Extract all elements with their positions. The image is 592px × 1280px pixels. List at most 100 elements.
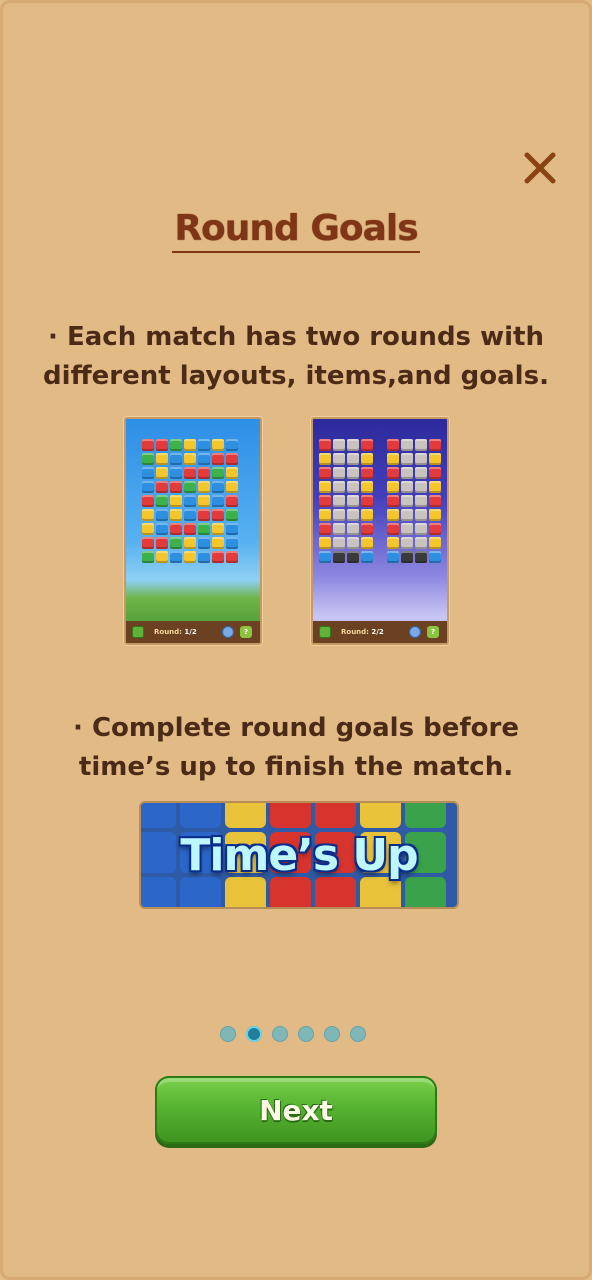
block-tile [270, 877, 311, 907]
cube-tile [212, 551, 224, 563]
cube-tile [401, 453, 413, 465]
cube-tile [156, 537, 168, 549]
cube-tile [415, 467, 427, 479]
cube-tile [198, 481, 210, 493]
cube-tile [347, 523, 359, 535]
cube-tile [156, 439, 168, 451]
cube-tile [319, 495, 331, 507]
cube-tile [184, 453, 196, 465]
cube-tile [142, 495, 154, 507]
cube-tile [170, 509, 182, 521]
cube-tile [361, 481, 373, 493]
cube-tile [387, 453, 399, 465]
cube-tile [361, 509, 373, 521]
cube-tile [415, 537, 427, 549]
cube-tile [333, 467, 345, 479]
cube-tile [156, 551, 168, 563]
cube-tile [387, 509, 399, 521]
cube-tile [333, 481, 345, 493]
cube-tile [333, 495, 345, 507]
cube-tile [156, 453, 168, 465]
round-1-board [142, 439, 238, 563]
cube-tile [170, 551, 182, 563]
cube-tile [212, 509, 224, 521]
cube-tile [401, 509, 413, 521]
times-up-banner: Time’s Up [139, 801, 459, 909]
page-dot[interactable] [246, 1026, 262, 1042]
block-tile [315, 877, 356, 907]
cube-tile [415, 439, 427, 451]
cube-tile [347, 551, 359, 563]
round-2-board-left [319, 439, 375, 563]
cube-tile [333, 523, 345, 535]
cube-tile [226, 509, 238, 521]
cube-tile [226, 551, 238, 563]
cube-tile [198, 523, 210, 535]
round-2-bar: Round: 2/2 ? [313, 621, 447, 643]
cube-tile [184, 523, 196, 535]
page-dot[interactable] [324, 1026, 340, 1042]
cube-tile [198, 467, 210, 479]
cube-tile [387, 537, 399, 549]
cube-tile [319, 523, 331, 535]
booster-icon [222, 626, 234, 638]
cube-tile [429, 495, 441, 507]
cube-tile [198, 509, 210, 521]
block-tile [315, 803, 356, 828]
help-icon: ? [240, 626, 252, 638]
cube-tile [361, 537, 373, 549]
round-2-label: Round: 2/2 [341, 628, 384, 636]
cube-tile [387, 439, 399, 451]
close-button[interactable] [516, 144, 564, 192]
cube-tile [429, 551, 441, 563]
cube-tile [170, 453, 182, 465]
cube-tile [401, 439, 413, 451]
cube-tile [226, 467, 238, 479]
description-goals: · Complete round goals before time’s up … [73, 713, 519, 782]
cube-tile [142, 523, 154, 535]
cube-tile [347, 509, 359, 521]
dialog-title: Round Goals [0, 208, 592, 253]
cube-tile [170, 481, 182, 493]
cube-tile [415, 523, 427, 535]
page-dot[interactable] [298, 1026, 314, 1042]
cube-tile [142, 439, 154, 451]
cube-tile [198, 551, 210, 563]
block-tile [405, 877, 446, 907]
cube-tile [333, 439, 345, 451]
cube-tile [198, 439, 210, 451]
cube-tile [429, 537, 441, 549]
cube-tile [170, 523, 182, 535]
cube-tile [319, 537, 331, 549]
cube-tile [347, 439, 359, 451]
cube-tile [415, 551, 427, 563]
cube-tile [184, 537, 196, 549]
cube-tile [347, 467, 359, 479]
cube-tile [226, 481, 238, 493]
page-dot[interactable] [220, 1026, 236, 1042]
cube-tile [226, 537, 238, 549]
round-2-screenshot: Round: 2/2 ? [311, 417, 449, 645]
cube-tile [429, 481, 441, 493]
next-button[interactable]: Next [155, 1076, 437, 1144]
cube-tile [156, 509, 168, 521]
cube-tile [333, 453, 345, 465]
cube-tile [212, 481, 224, 493]
tutorial-panel: Round Goals · Each match has two rounds … [0, 0, 592, 1280]
page-dot[interactable] [350, 1026, 366, 1042]
cube-tile [142, 453, 154, 465]
dialog-title-text: Round Goals [172, 208, 420, 253]
cube-tile [429, 523, 441, 535]
cube-tile [184, 439, 196, 451]
cube-tile [361, 467, 373, 479]
cube-tile [226, 495, 238, 507]
page-dot[interactable] [272, 1026, 288, 1042]
cube-tile [226, 523, 238, 535]
cube-tile [361, 523, 373, 535]
cube-tile [212, 439, 224, 451]
cube-tile [142, 551, 154, 563]
cube-tile [212, 523, 224, 535]
cube-tile [401, 551, 413, 563]
cube-tile [319, 509, 331, 521]
pause-icon [319, 626, 331, 638]
